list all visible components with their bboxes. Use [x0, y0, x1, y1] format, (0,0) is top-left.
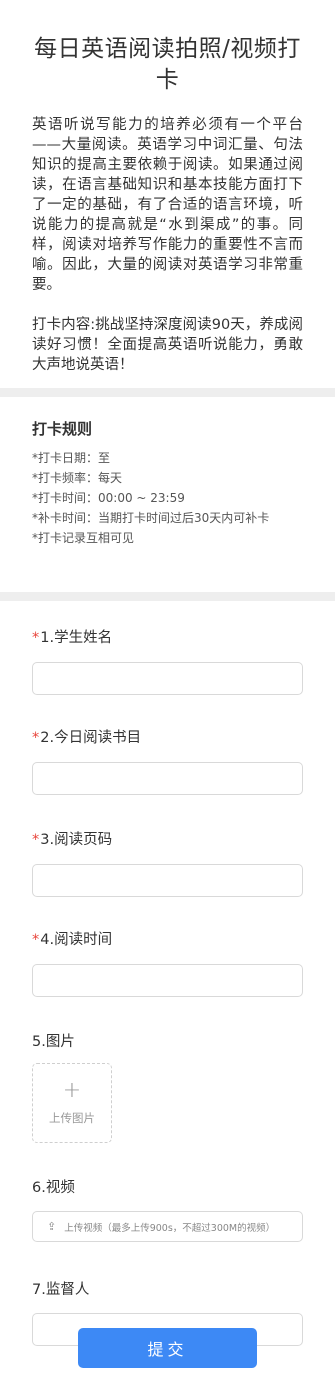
intro-paragraph: 英语听说写能力的培养必须有一个平台——大量阅读。英语学习中词汇量、句法知识的提高… — [32, 117, 303, 293]
field-label-text: 3.阅读页码 — [40, 832, 113, 848]
field-label-text: 4.阅读时间 — [40, 932, 113, 948]
field-label: *2.今日阅读书目 — [32, 728, 303, 748]
field-label: 6.视频 — [32, 1180, 75, 1196]
reading-time-input[interactable] — [32, 964, 303, 997]
field-image: 5.图片 + 上传图片 — [32, 1032, 303, 1143]
rule-item: *打卡频率：每天 — [32, 471, 123, 485]
upload-icon: ⇪ — [47, 1220, 57, 1233]
field-label-text: 2.今日阅读书目 — [40, 730, 142, 746]
field-student-name: *1.学生姓名 — [32, 628, 303, 695]
rules-title: 打卡规则 — [32, 420, 93, 438]
student-name-input[interactable] — [32, 662, 303, 695]
field-label: 7.监督人 — [32, 1282, 90, 1298]
field-label: *1.学生姓名 — [32, 628, 303, 648]
plus-icon: + — [62, 1078, 82, 1103]
section-divider — [0, 592, 335, 601]
required-mark: * — [32, 832, 40, 848]
intro-paragraph: 打卡内容:挑战坚持深度阅读90天，养成阅读好习惯！全面提高英语听说能力，勇敢大声… — [32, 317, 303, 373]
upload-image-label: 上传图片 — [49, 1111, 95, 1125]
field-book-title: *2.今日阅读书目 — [32, 728, 303, 795]
field-label-text: 1.学生姓名 — [40, 630, 113, 646]
page-title: 每日英语阅读拍照/视频打卡 — [34, 36, 301, 93]
required-mark: * — [32, 730, 40, 746]
field-label: *4.阅读时间 — [32, 930, 303, 950]
checkin-form: *1.学生姓名 *2.今日阅读书目 *3.阅读页码 *4.阅读时间 5.图片 +… — [0, 628, 335, 1346]
required-mark: * — [32, 932, 40, 948]
submit-button[interactable]: 提交 — [78, 1328, 257, 1368]
rule-item: *打卡日期：至 — [32, 451, 111, 465]
intro-section: 每日英语阅读拍照/视频打卡 英语听说写能力的培养必须有一个平台——大量阅读。英语… — [0, 0, 335, 388]
rule-item: *打卡时间：00:00 ~ 23:59 — [32, 491, 185, 505]
field-label: *3.阅读页码 — [32, 830, 303, 850]
field-label: 5.图片 — [32, 1034, 75, 1050]
field-reading-time: *4.阅读时间 — [32, 930, 303, 997]
page-number-input[interactable] — [32, 864, 303, 897]
field-video: 6.视频 ⇪ 上传视频（最多上传900s，不超过300M的视频） — [32, 1178, 303, 1242]
intro-text: 英语听说写能力的培养必须有一个平台——大量阅读。英语学习中词汇量、句法知识的提高… — [32, 115, 303, 375]
rule-item: *补卡时间：当期打卡时间过后30天内可补卡 — [32, 511, 270, 525]
upload-video-label: 上传视频（最多上传900s，不超过300M的视频） — [64, 1222, 276, 1234]
checkin-rules: 打卡规则 *打卡日期：至 *打卡频率：每天 *打卡时间：00:00 ~ 23:5… — [0, 397, 335, 592]
book-title-input[interactable] — [32, 762, 303, 795]
required-mark: * — [32, 630, 40, 646]
rule-item: *打卡记录互相可见 — [32, 531, 135, 545]
upload-image-button[interactable]: + 上传图片 — [32, 1063, 112, 1143]
rule-list: *打卡日期：至 *打卡频率：每天 *打卡时间：00:00 ~ 23:59 *补卡… — [32, 448, 303, 548]
field-page-number: *3.阅读页码 — [32, 830, 303, 897]
upload-video-button[interactable]: ⇪ 上传视频（最多上传900s，不超过300M的视频） — [32, 1211, 303, 1242]
section-divider — [0, 388, 335, 397]
